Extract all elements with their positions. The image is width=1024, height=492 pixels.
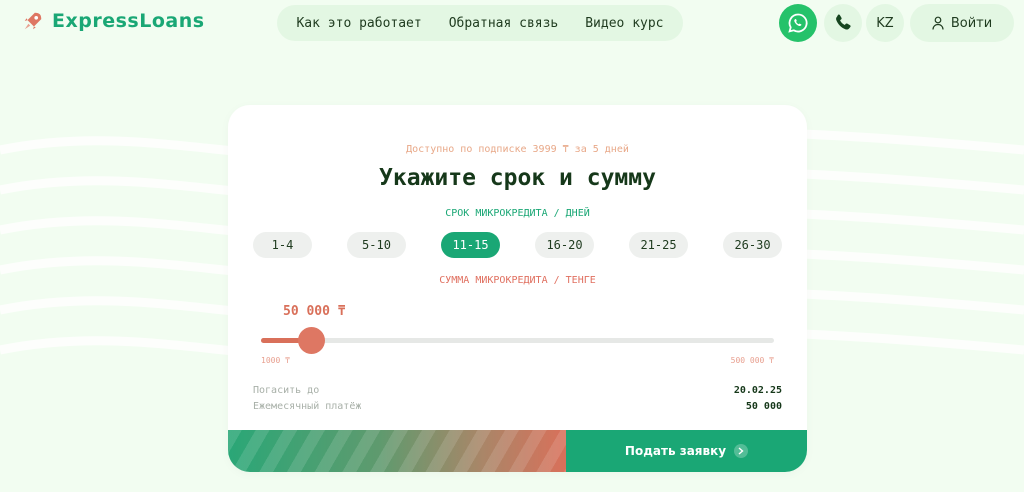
term-option-21-25[interactable]: 21-25 bbox=[629, 232, 688, 258]
user-icon bbox=[932, 16, 944, 30]
amount-slider-track[interactable] bbox=[261, 338, 774, 343]
nav-how-it-works[interactable]: Как это работает bbox=[296, 16, 421, 31]
rocket-icon bbox=[24, 12, 42, 30]
main-nav: Как это работает Обратная связь Видео ку… bbox=[277, 5, 683, 41]
loan-calculator-card: Доступно по подписке 3999 ₸ за 5 дней Ук… bbox=[228, 105, 807, 472]
subscription-note: Доступно по подписке 3999 ₸ за 5 дней bbox=[406, 144, 629, 155]
submit-label: Подать заявку bbox=[624, 444, 727, 458]
calculator-title: Укажите срок и сумму bbox=[379, 165, 656, 191]
term-option-26-30[interactable]: 26-30 bbox=[723, 232, 782, 258]
submit-application-button[interactable]: Подать заявку bbox=[566, 430, 807, 472]
sum-value: 50 000 ₸ bbox=[283, 304, 346, 319]
language-switch[interactable]: KZ bbox=[866, 4, 904, 42]
whatsapp-icon bbox=[788, 13, 808, 33]
amount-slider-thumb[interactable] bbox=[298, 327, 326, 354]
term-option-5-10[interactable]: 5-10 bbox=[347, 232, 406, 258]
progress-stripes bbox=[228, 430, 566, 472]
phone-icon bbox=[836, 14, 851, 30]
monthly-label: Ежемесячный платёж bbox=[253, 401, 362, 412]
card-footer: Подать заявку bbox=[228, 430, 807, 472]
term-option-1-4[interactable]: 1-4 bbox=[253, 232, 312, 258]
login-label: Войти bbox=[950, 15, 993, 31]
whatsapp-button[interactable] bbox=[779, 4, 817, 42]
chevron-right-icon bbox=[734, 444, 749, 458]
repay-label: Погасить до bbox=[253, 385, 320, 396]
term-label: СРОК МИКРОКРЕДИТА / ДНЕЙ bbox=[445, 208, 590, 219]
login-button[interactable]: Войти bbox=[910, 4, 1014, 42]
nav-feedback[interactable]: Обратная связь bbox=[449, 16, 559, 31]
slider-min-label: 1000 ₸ bbox=[261, 356, 290, 365]
brand-logo[interactable]: ExpressLoans bbox=[22, 10, 205, 32]
brand-name: ExpressLoans bbox=[52, 10, 205, 32]
slider-max-label: 500 000 ₸ bbox=[730, 356, 774, 365]
term-option-16-20[interactable]: 16-20 bbox=[535, 232, 594, 258]
sum-label: СУММА МИКРОКРЕДИТА / ТЕНГЕ bbox=[439, 275, 596, 286]
monthly-value: 50 000 bbox=[745, 401, 782, 412]
term-options: 1-4 5-10 11-15 16-20 21-25 26-30 bbox=[253, 232, 782, 258]
nav-video-course[interactable]: Видео курс bbox=[585, 16, 663, 31]
repay-row: Погасить до 20.02.25 bbox=[253, 385, 782, 396]
phone-button[interactable] bbox=[824, 4, 862, 42]
repay-date: 20.02.25 bbox=[733, 385, 782, 396]
monthly-row: Ежемесячный платёж 50 000 bbox=[253, 401, 782, 412]
term-option-11-15[interactable]: 11-15 bbox=[441, 232, 500, 258]
